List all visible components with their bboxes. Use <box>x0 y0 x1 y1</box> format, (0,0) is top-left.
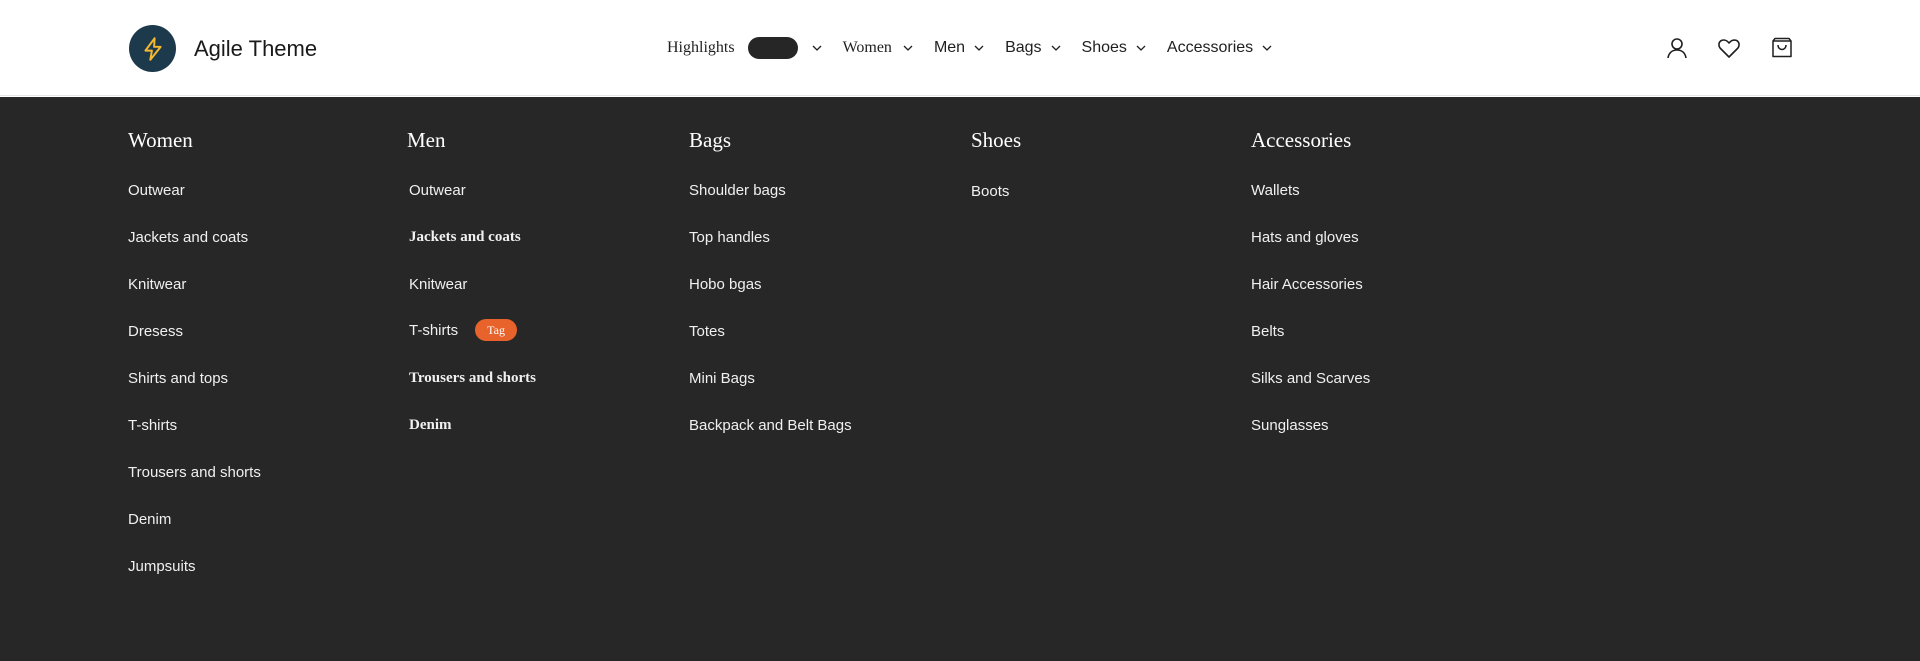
menu-item[interactable]: Trousers and shorts <box>409 370 536 387</box>
menu-item[interactable]: Shirts and tops <box>128 370 228 387</box>
menu-item[interactable]: Denim <box>128 511 171 528</box>
nav-label: Accessories <box>1166 39 1254 56</box>
menu-item[interactable]: Mini Bags <box>689 370 755 387</box>
menu-item-label: T-shirts <box>409 321 459 339</box>
main-nav: Highlights Women Men Bags Shoes Accessor… <box>667 0 1273 96</box>
chevron-down-icon <box>1135 42 1147 54</box>
nav-label: Highlights <box>667 39 735 56</box>
column-title: Accessories <box>1251 128 1352 152</box>
menu-item-with-tag[interactable]: Knitwear <box>409 276 467 293</box>
menu-item-with-tag[interactable]: T-shirts Tag <box>409 319 517 341</box>
menu-item[interactable]: Shoulder bags <box>689 182 786 199</box>
menu-item[interactable]: Hobo bgas <box>689 276 762 293</box>
menu-item[interactable]: Dresess <box>128 323 183 340</box>
column-title: Shoes <box>971 128 1022 152</box>
cart-icon[interactable] <box>1770 36 1794 60</box>
menu-item[interactable]: Jumpsuits <box>128 558 196 575</box>
column-title: Bags <box>689 128 731 152</box>
menu-item[interactable]: Wallets <box>1251 182 1300 199</box>
site-header: Agile Theme Highlights Women Men Bags Sh… <box>0 0 1920 96</box>
menu-item[interactable]: Totes <box>689 323 725 340</box>
menu-item[interactable]: Sunglasses <box>1251 417 1329 434</box>
chevron-down-icon <box>1050 42 1062 54</box>
menu-item[interactable]: Trousers and shorts <box>128 464 261 481</box>
menu-item[interactable]: Outwear <box>128 182 185 199</box>
menu-item[interactable]: Denim <box>409 417 452 434</box>
menu-item[interactable]: T-shirts <box>128 417 177 434</box>
chevron-down-icon <box>811 42 823 54</box>
menu-item[interactable]: Hats and gloves <box>1251 229 1359 246</box>
nav-item-accessories[interactable]: Accessories <box>1167 39 1273 57</box>
highlights-pill <box>747 37 798 59</box>
chevron-down-icon <box>1261 42 1273 54</box>
menu-item[interactable]: Belts <box>1251 323 1284 340</box>
user-icon[interactable] <box>1665 36 1689 60</box>
menu-item[interactable]: Hair Accessories <box>1251 276 1363 293</box>
mega-menu: Women Outwear Jackets and coats Knitwear… <box>0 97 1920 661</box>
menu-item[interactable]: Outwear <box>409 182 466 199</box>
chevron-down-icon <box>973 42 985 54</box>
menu-item[interactable]: Top handles <box>689 229 770 246</box>
column-title: Women <box>128 128 193 152</box>
menu-item[interactable]: Silks and Scarves <box>1251 370 1370 387</box>
column-title: Men <box>407 128 446 152</box>
nav-label: Men <box>933 39 966 56</box>
menu-item[interactable]: Boots <box>971 183 1009 200</box>
nav-item-shoes[interactable]: Shoes <box>1082 39 1147 57</box>
menu-item[interactable]: Backpack and Belt Bags <box>689 417 852 434</box>
chevron-down-icon <box>902 42 914 54</box>
menu-item[interactable]: Jackets and coats <box>128 229 248 246</box>
nav-label: Bags <box>1005 39 1042 56</box>
lightning-icon <box>129 25 176 72</box>
nav-label: Shoes <box>1081 39 1127 56</box>
brand-name: Agile Theme <box>194 35 318 61</box>
heart-icon[interactable] <box>1717 36 1741 60</box>
tag-badge: Tag <box>475 319 517 341</box>
menu-item[interactable]: Jackets and coats <box>409 229 521 246</box>
nav-item-men[interactable]: Men <box>934 39 985 57</box>
menu-item[interactable]: Knitwear <box>128 276 186 293</box>
nav-item-bags[interactable]: Bags <box>1005 39 1061 57</box>
nav-label: Women <box>842 39 892 56</box>
nav-item-women[interactable]: Women <box>843 39 914 57</box>
menu-item-label: Knitwear <box>409 276 468 293</box>
brand-logo[interactable]: Agile Theme <box>129 25 317 72</box>
nav-item-highlights[interactable]: Highlights <box>667 37 823 59</box>
